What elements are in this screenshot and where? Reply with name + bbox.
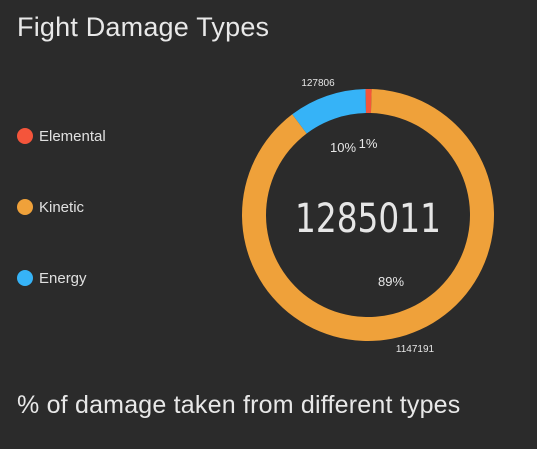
chart-subtitle: % of damage taken from different types	[17, 391, 461, 419]
donut-slice-energy[interactable]	[292, 89, 366, 134]
damage-types-widget: Fight Damage Types Elemental Kinetic Ene…	[0, 0, 537, 449]
total-value-label: 1285011	[295, 195, 441, 242]
percent-label-kinetic: 89%	[378, 274, 404, 289]
donut-slice-elemental[interactable]	[365, 89, 372, 114]
percent-label-elemental: 1%	[359, 136, 378, 151]
donut-chart: 1285011 1% 89% 1147191 10% 127806	[242, 78, 495, 355]
value-label-kinetic: 1147191	[396, 344, 435, 355]
percent-label-energy: 10%	[330, 140, 356, 155]
value-label-energy: 127806	[301, 78, 335, 89]
